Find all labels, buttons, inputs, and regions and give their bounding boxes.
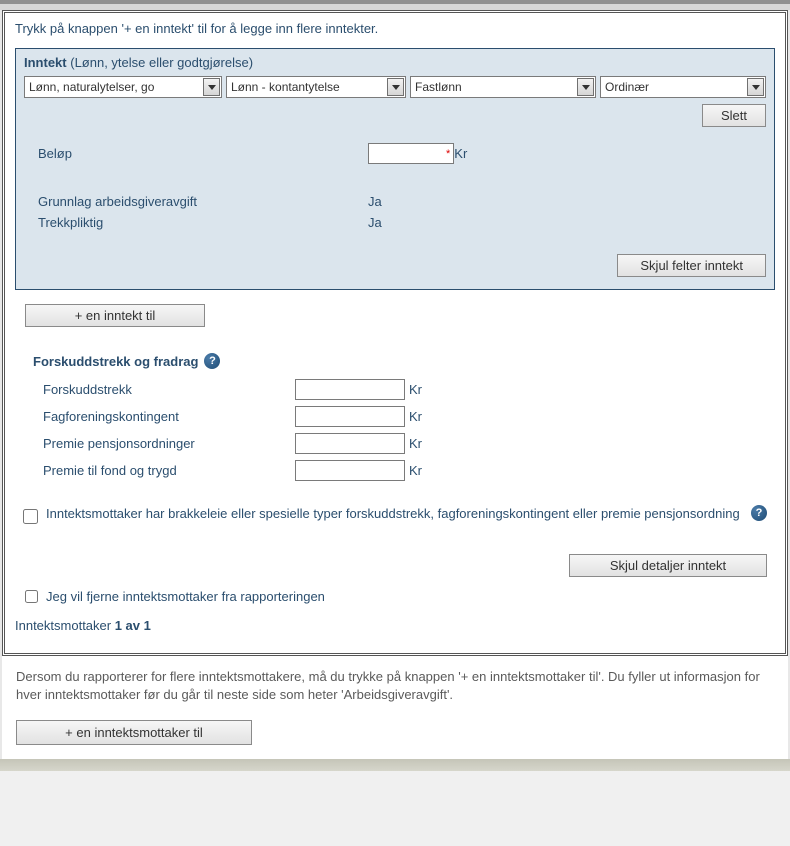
trekk-value: Ja: [368, 215, 382, 230]
hide-details-button[interactable]: Skjul detaljer inntekt: [569, 554, 767, 577]
remove-mottaker-label: Jeg vil fjerne inntektsmottaker fra rapp…: [46, 589, 325, 604]
top-instruction: Trykk på knappen '+ en inntekt' til for …: [15, 21, 775, 36]
counter-value: 1 av 1: [115, 618, 151, 633]
add-mottaker-button[interactable]: + en inntektsmottaker til: [16, 720, 252, 745]
premie-fond-input[interactable]: [295, 460, 405, 481]
bottom-area: Dersom du rapporterer for flere inntekts…: [2, 656, 788, 759]
income-variant-select[interactable]: Ordinær: [600, 76, 766, 98]
mottaker-counter: Inntektsmottaker 1 av 1: [15, 618, 775, 633]
forskudd-header: Forskuddstrekk og fradrag ?: [33, 353, 775, 369]
chevron-down-icon: [747, 78, 764, 96]
inntekt-subtitle: (Lønn, ytelse eller godtgjørelse): [70, 55, 253, 70]
help-icon[interactable]: ?: [751, 505, 767, 521]
chevron-down-icon: [577, 78, 594, 96]
belop-input[interactable]: [368, 143, 454, 164]
grunnlag-label: Grunnlag arbeidsgiveravgift: [38, 194, 368, 209]
trekk-row: Trekkpliktig Ja: [24, 215, 766, 230]
income-category-select[interactable]: Lønn - kontantytelse: [226, 76, 406, 98]
income-variant-value: Ordinær: [605, 80, 649, 94]
belop-row: Beløp * Kr: [24, 143, 766, 164]
grunnlag-value: Ja: [368, 194, 382, 209]
forskuddstrekk-input[interactable]: [295, 379, 405, 400]
income-subtype-select[interactable]: Fastlønn: [410, 76, 596, 98]
forskuddstrekk-row: Forskuddstrekk Kr: [15, 379, 775, 400]
main-panel: Trykk på knappen '+ en inntekt' til for …: [2, 10, 788, 656]
remove-mottaker-checkbox[interactable]: [25, 590, 38, 603]
forskuddstrekk-label: Forskuddstrekk: [43, 382, 295, 397]
inntekt-title: Inntekt: [24, 55, 67, 70]
brakkel-checkbox[interactable]: [23, 509, 38, 524]
premie-pensjon-input[interactable]: [295, 433, 405, 454]
hide-fields-button[interactable]: Skjul felter inntekt: [617, 254, 766, 277]
brakkel-row: Inntektsmottaker har brakkeleie eller sp…: [23, 505, 767, 524]
top-bar: [0, 0, 790, 10]
inntekt-header: Inntekt (Lønn, ytelse eller godtgjørelse…: [24, 55, 766, 70]
counter-prefix: Inntektsmottaker: [15, 618, 115, 633]
fagforening-input[interactable]: [295, 406, 405, 427]
page-outer: Trykk på knappen '+ en inntekt' til for …: [0, 10, 790, 759]
forskudd-title: Forskuddstrekk og fradrag: [33, 354, 198, 369]
grunnlag-row: Grunnlag arbeidsgiveravgift Ja: [24, 194, 766, 209]
premie-pensjon-label: Premie pensjonsordninger: [43, 436, 295, 451]
premie-fond-label: Premie til fond og trygd: [43, 463, 295, 478]
trekk-label: Trekkpliktig: [38, 215, 368, 230]
skjul-detaljer-row: Skjul detaljer inntekt: [15, 554, 767, 577]
fagforening-label: Fagforeningskontingent: [43, 409, 295, 424]
income-subtype-value: Fastlønn: [415, 80, 462, 94]
belop-label: Beløp: [38, 146, 368, 161]
footer-shadow: [0, 759, 790, 771]
select-row: Lønn, naturalytelser, go Lønn - kontanty…: [24, 76, 766, 98]
chevron-down-icon: [203, 78, 220, 96]
belop-unit: Kr: [454, 146, 467, 161]
income-type-select[interactable]: Lønn, naturalytelser, go: [24, 76, 222, 98]
add-inntekt-row: + en inntekt til: [25, 304, 775, 327]
premie-fond-row: Premie til fond og trygd Kr: [15, 460, 775, 481]
inntekt-box: Inntekt (Lønn, ytelse eller godtgjørelse…: [15, 48, 775, 290]
required-icon: *: [446, 148, 450, 160]
remove-row: Jeg vil fjerne inntektsmottaker fra rapp…: [25, 589, 775, 604]
add-income-button[interactable]: + en inntekt til: [25, 304, 205, 327]
premie-pensjon-unit: Kr: [409, 436, 422, 451]
premie-pensjon-row: Premie pensjonsordninger Kr: [15, 433, 775, 454]
chevron-down-icon: [387, 78, 404, 96]
income-category-value: Lønn - kontantytelse: [231, 80, 340, 94]
income-type-value: Lønn, naturalytelser, go: [29, 80, 154, 94]
forskuddstrekk-unit: Kr: [409, 382, 422, 397]
skjul-inntekt-row: Skjul felter inntekt: [24, 254, 766, 277]
slett-row: Slett: [24, 104, 766, 127]
fagforening-unit: Kr: [409, 409, 422, 424]
delete-button[interactable]: Slett: [702, 104, 766, 127]
brakkel-label: Inntektsmottaker har brakkeleie eller sp…: [46, 505, 743, 523]
help-icon[interactable]: ?: [204, 353, 220, 369]
fagforening-row: Fagforeningskontingent Kr: [15, 406, 775, 427]
premie-fond-unit: Kr: [409, 463, 422, 478]
bottom-instruction: Dersom du rapporterer for flere inntekts…: [16, 668, 774, 704]
